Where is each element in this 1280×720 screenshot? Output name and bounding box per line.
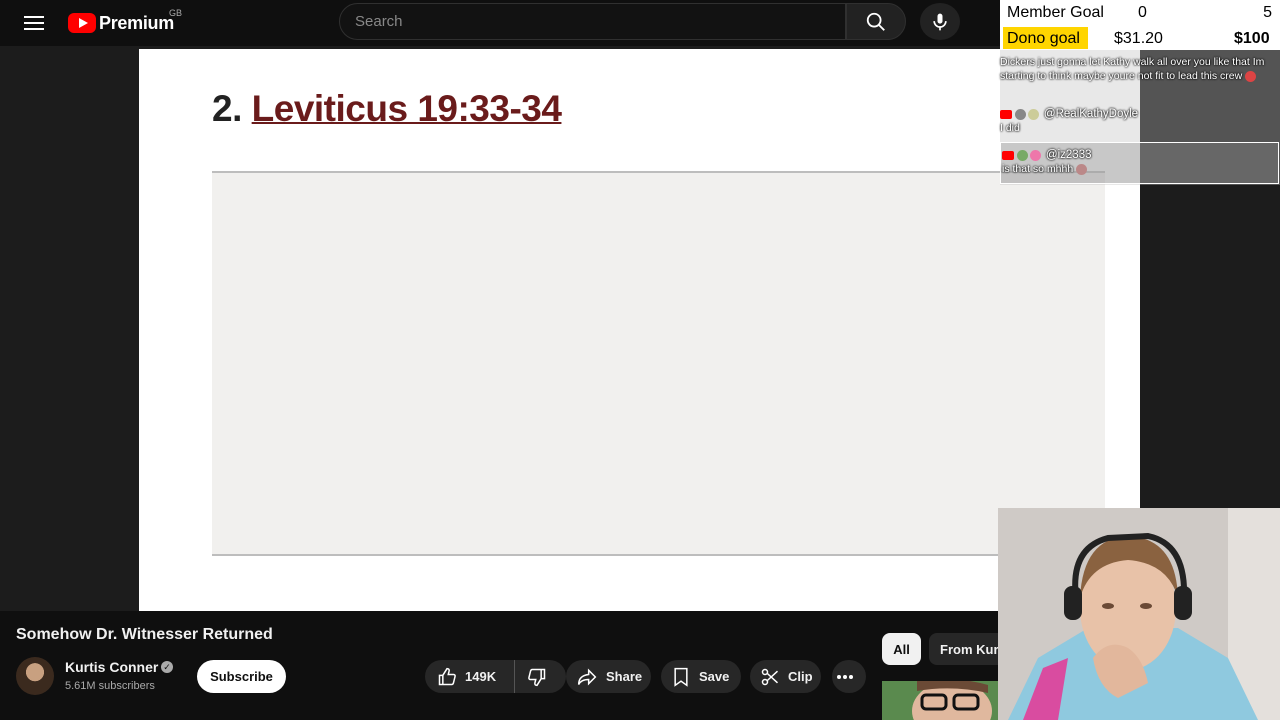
like-button[interactable]: 149K — [425, 660, 515, 693]
scissors-icon — [761, 668, 779, 685]
slide-reference: Leviticus 19:33-34 — [251, 88, 562, 129]
channel-name[interactable]: Kurtis Conner — [65, 659, 158, 675]
member-goal-label: Member Goal — [1007, 4, 1104, 21]
save-button[interactable]: Save — [661, 660, 741, 693]
recommended-video-thumbnail[interactable] — [882, 681, 998, 720]
chat-message-text: I did — [1000, 122, 1020, 134]
streamer-figure — [998, 508, 1280, 720]
verified-check-icon: ✓ — [161, 661, 173, 673]
chat-message-text: Dickers just gonna let Kathy walk all ov… — [1000, 56, 1265, 82]
clip-label: Clip — [788, 669, 813, 684]
search-input[interactable] — [340, 4, 845, 39]
chat-username: @iz2333 — [1045, 149, 1092, 161]
region-code: GB — [169, 8, 183, 18]
dono-goal-target: $100 — [1234, 30, 1270, 47]
youtube-premium-logo[interactable]: Premium GB — [68, 8, 182, 36]
channel-avatar[interactable] — [16, 657, 54, 695]
clip-button[interactable]: Clip — [750, 660, 821, 693]
dono-goal-label: Dono goal — [1007, 30, 1080, 47]
member-goal-current: 0 — [1138, 4, 1147, 21]
menu-icon[interactable] — [22, 12, 46, 34]
emoji-icon — [1076, 163, 1088, 175]
video-title: Somehow Dr. Witnesser Returned — [16, 626, 273, 643]
webcam-feed — [998, 508, 1280, 720]
youtube-play-icon — [68, 13, 96, 33]
member-badge-icon — [1028, 108, 1039, 120]
like-dislike-group: 149K — [425, 660, 566, 693]
voice-search-button[interactable] — [920, 3, 960, 40]
microphone-icon — [933, 13, 947, 30]
member-badge-icon — [1015, 108, 1026, 120]
chat-message-text: is that so mhhh — [1002, 163, 1074, 175]
dono-goal-current: $31.20 — [1114, 30, 1163, 47]
chip-from-channel[interactable]: From Kurt — [929, 633, 998, 665]
share-label: Share — [606, 669, 643, 684]
slide-number: 2. — [212, 88, 242, 129]
youtube-badge-icon — [1002, 150, 1014, 160]
chip-all[interactable]: All — [882, 633, 921, 665]
chat-message: Dickers just gonna let Kathy walk all ov… — [1000, 55, 1278, 83]
youtube-badge-icon — [1000, 109, 1012, 119]
bookmark-icon — [674, 667, 688, 687]
dislike-button[interactable] — [515, 660, 566, 693]
search-icon — [866, 12, 885, 31]
chat-message: @iz2333 is that so mhhh — [1002, 148, 1280, 176]
member-goal-bar: Member Goal 0 5 — [1000, 0, 1280, 26]
more-horizontal-icon — [837, 674, 853, 679]
thumbnail-image — [882, 681, 998, 720]
search-button[interactable] — [846, 3, 906, 40]
like-count: 149K — [465, 669, 497, 684]
member-badge-icon — [1030, 149, 1041, 161]
chat-username: @RealKathyDoyle — [1043, 108, 1139, 120]
thumbs-up-icon — [438, 667, 456, 685]
save-label: Save — [699, 669, 730, 684]
member-goal-target: 5 — [1263, 4, 1272, 21]
search-box[interactable] — [339, 3, 846, 40]
more-actions-button[interactable] — [832, 660, 866, 693]
share-button[interactable]: Share — [566, 660, 651, 693]
logo-text: Premium — [99, 12, 174, 33]
slide-content-box — [212, 171, 1105, 556]
chat-message: @RealKathyDoyle I did — [1000, 107, 1278, 135]
slide-title: 2. Leviticus 19:33-34 — [212, 88, 562, 130]
subscriber-count: 5.61M subscribers — [65, 680, 155, 692]
share-icon — [577, 668, 597, 685]
avatar-badge-icon — [1017, 149, 1028, 161]
emoji-icon — [1245, 70, 1257, 82]
thumbs-down-icon — [527, 668, 545, 686]
subscribe-button[interactable]: Subscribe — [197, 660, 286, 693]
